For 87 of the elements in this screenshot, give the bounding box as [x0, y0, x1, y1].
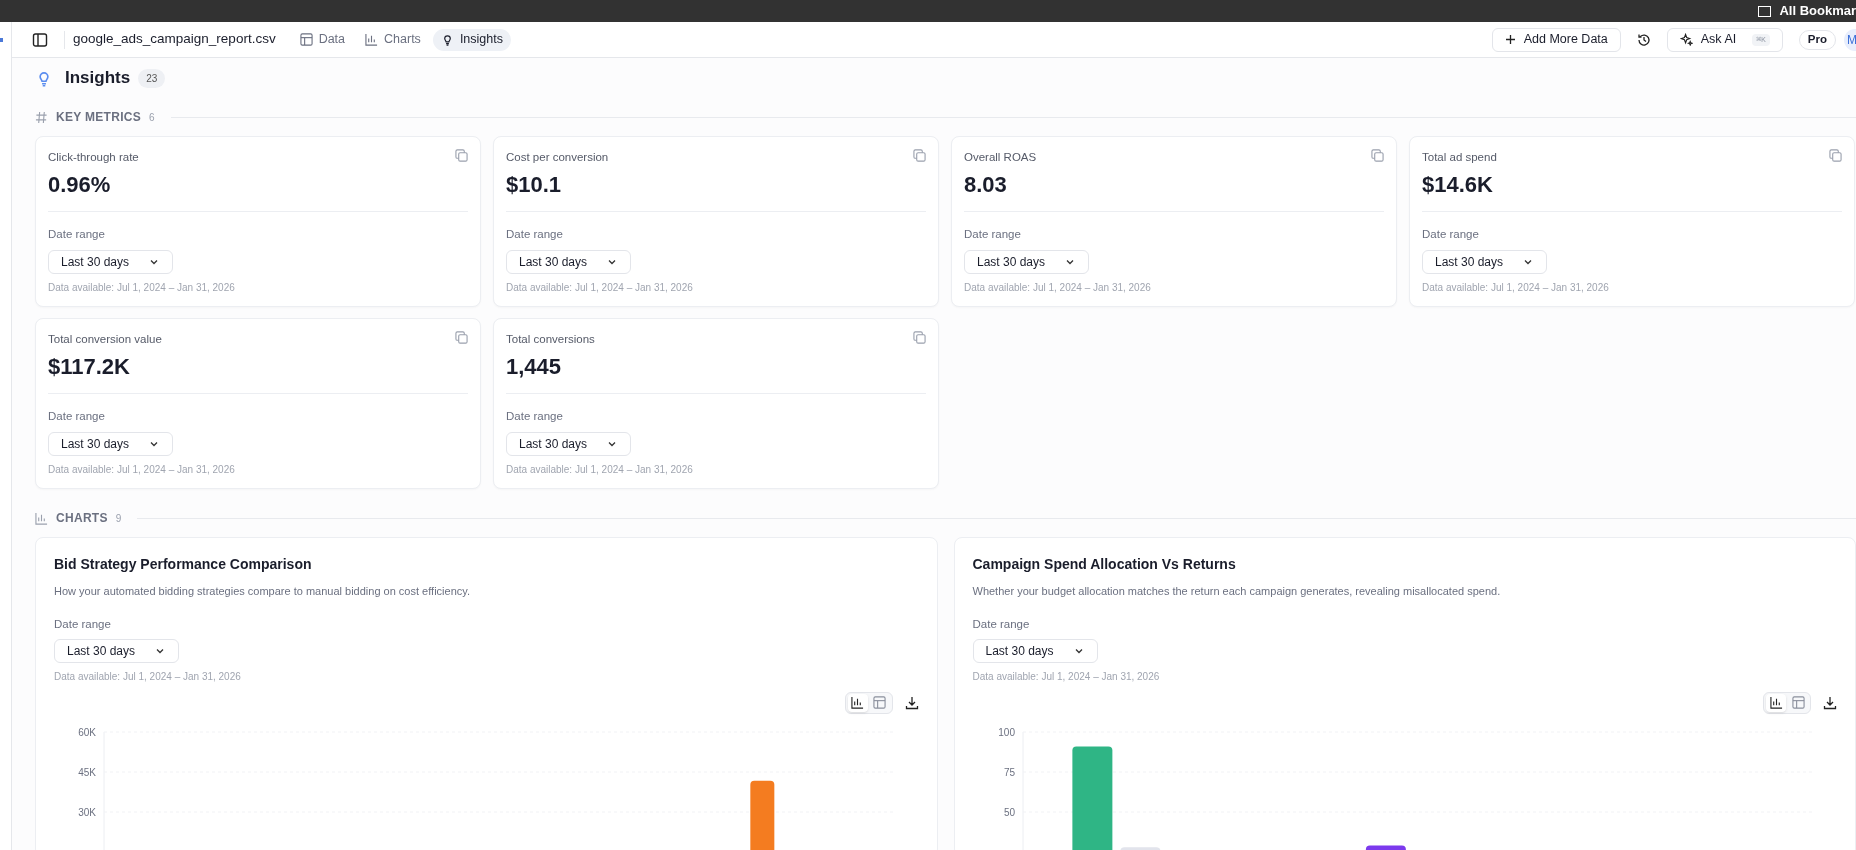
metric-value: $10.1 [506, 171, 563, 200]
hash-icon [35, 110, 48, 124]
view-tab[interactable]: Data [291, 28, 354, 51]
data-available-note: Data available: Jul 1, 2024 – Jan 31, 2026 [48, 462, 236, 477]
copy-icon[interactable] [913, 331, 926, 344]
metric-label: Cost per conversion [506, 150, 609, 165]
shortcut-key: ⌘K [1752, 33, 1770, 46]
date-range-dropdown[interactable]: Last 30 days [964, 249, 1089, 274]
y-axis-label: 75 [1003, 766, 1015, 778]
y-axis-label: 45K [78, 766, 96, 778]
data-available-note: Data available: Jul 1, 2024 – Jan 31, 2026 [506, 462, 694, 477]
date-range-label: Date range [964, 227, 1022, 243]
download-icon[interactable] [904, 695, 919, 710]
history-icon[interactable] [1636, 32, 1651, 47]
data-available-note: Data available: Jul 1, 2024 – Jan 31, 2026 [1422, 280, 1610, 295]
table-icon [1791, 696, 1805, 710]
chart-view-button[interactable] [1766, 693, 1786, 712]
date-range-dropdown[interactable]: Last 30 days [48, 431, 173, 456]
date-range-label: Date range [506, 227, 564, 243]
bar-chart-icon [851, 696, 864, 710]
sparkle-icon [1679, 33, 1693, 46]
bar-chart-icon [35, 511, 48, 525]
count-badge: 23 [138, 68, 166, 88]
metric-value: $117.2K [48, 353, 131, 382]
date-range-label: Date range [972, 616, 1031, 632]
metric-label: Total conversion value [48, 332, 162, 347]
copy-icon[interactable] [1371, 149, 1384, 162]
section-count: 6 [149, 110, 155, 125]
sidebar-toggle-icon[interactable] [32, 31, 48, 48]
copy-icon[interactable] [455, 149, 468, 162]
copy-icon[interactable] [1829, 149, 1842, 162]
date-range-label: Date range [48, 227, 106, 243]
data-available-note: Data available: Jul 1, 2024 – Jan 31, 2026 [506, 280, 694, 295]
file-name: google_ads_campaign_report.csv [73, 30, 276, 49]
chart-bar [1365, 845, 1406, 850]
y-axis-label: 30K [78, 806, 96, 818]
metric-value: 1,445 [506, 353, 563, 382]
date-range-dropdown[interactable]: Last 30 days [48, 249, 173, 274]
section-title: KEY METRICS [56, 109, 142, 126]
date-range-dropdown[interactable]: Last 30 days [506, 249, 631, 274]
metric-label: Click-through rate [48, 150, 139, 165]
metric-label: Total ad spend [1422, 150, 1497, 165]
data-available-note: Data available: Jul 1, 2024 – Jan 31, 2026 [972, 669, 1161, 684]
plus-icon [1504, 34, 1516, 45]
bookmarks-folder-icon [1758, 5, 1772, 17]
table-icon [873, 696, 886, 710]
date-range-dropdown[interactable]: Last 30 days [54, 638, 179, 663]
chart-title: Campaign Spend Allocation Vs Returns [972, 555, 1237, 574]
y-axis-label: 100 [997, 726, 1015, 738]
metric-label: Total conversions [506, 332, 595, 347]
edge-marker [0, 38, 3, 42]
copy-icon[interactable] [455, 331, 468, 344]
date-range-label: Date range [1422, 227, 1480, 243]
metric-label: Overall ROAS [964, 150, 1037, 165]
download-icon[interactable] [1823, 695, 1837, 710]
copy-icon[interactable] [913, 149, 926, 162]
bookmarks-label[interactable]: All Bookmar [1779, 1, 1856, 21]
view-tab[interactable]: Charts [357, 28, 429, 51]
y-axis-label: 60K [78, 726, 96, 738]
bar-chart-icon [365, 33, 379, 46]
date-range-label: Date range [506, 409, 564, 425]
chart-description: How your automated bidding strategies compare to manual bidding on cost efficiency. [54, 584, 471, 599]
metric-value: 8.03 [964, 171, 1008, 200]
avatar[interactable]: M [1844, 28, 1856, 51]
table-icon [299, 33, 313, 46]
page-title: Insights [65, 67, 131, 90]
metric-value: 0.96% [48, 171, 112, 200]
date-range-label: Date range [54, 616, 112, 632]
data-available-note: Data available: Jul 1, 2024 – Jan 31, 2026 [964, 280, 1152, 295]
chart-title: Bid Strategy Performance Comparison [54, 555, 313, 574]
add-data-button[interactable]: Add More Data [1491, 27, 1621, 52]
metric-value: $14.6K [1422, 171, 1494, 200]
date-range-dropdown[interactable]: Last 30 days [972, 638, 1098, 663]
date-range-dropdown[interactable]: Last 30 days [1422, 249, 1547, 274]
view-tab[interactable]: Insights [432, 28, 511, 51]
chart-description: Whether your budget allocation matches the return each campaign generates, revealing misallocated spend. [972, 584, 1502, 599]
data-available-note: Data available: Jul 1, 2024 – Jan 31, 2026 [48, 280, 236, 295]
date-range-dropdown[interactable]: Last 30 days [506, 431, 631, 456]
y-axis-label: 50 [1003, 806, 1015, 818]
chart-bar [750, 780, 775, 850]
section-title: CHARTS [56, 510, 108, 527]
ask-ai-button[interactable]: Ask AI ⌘K [1666, 27, 1783, 52]
bar-chart-icon [1769, 696, 1783, 710]
data-available-note: Data available: Jul 1, 2024 – Jan 31, 2026 [54, 669, 242, 684]
section-count: 9 [115, 511, 122, 526]
chart-view-button[interactable] [847, 693, 868, 712]
date-range-label: Date range [48, 409, 106, 425]
